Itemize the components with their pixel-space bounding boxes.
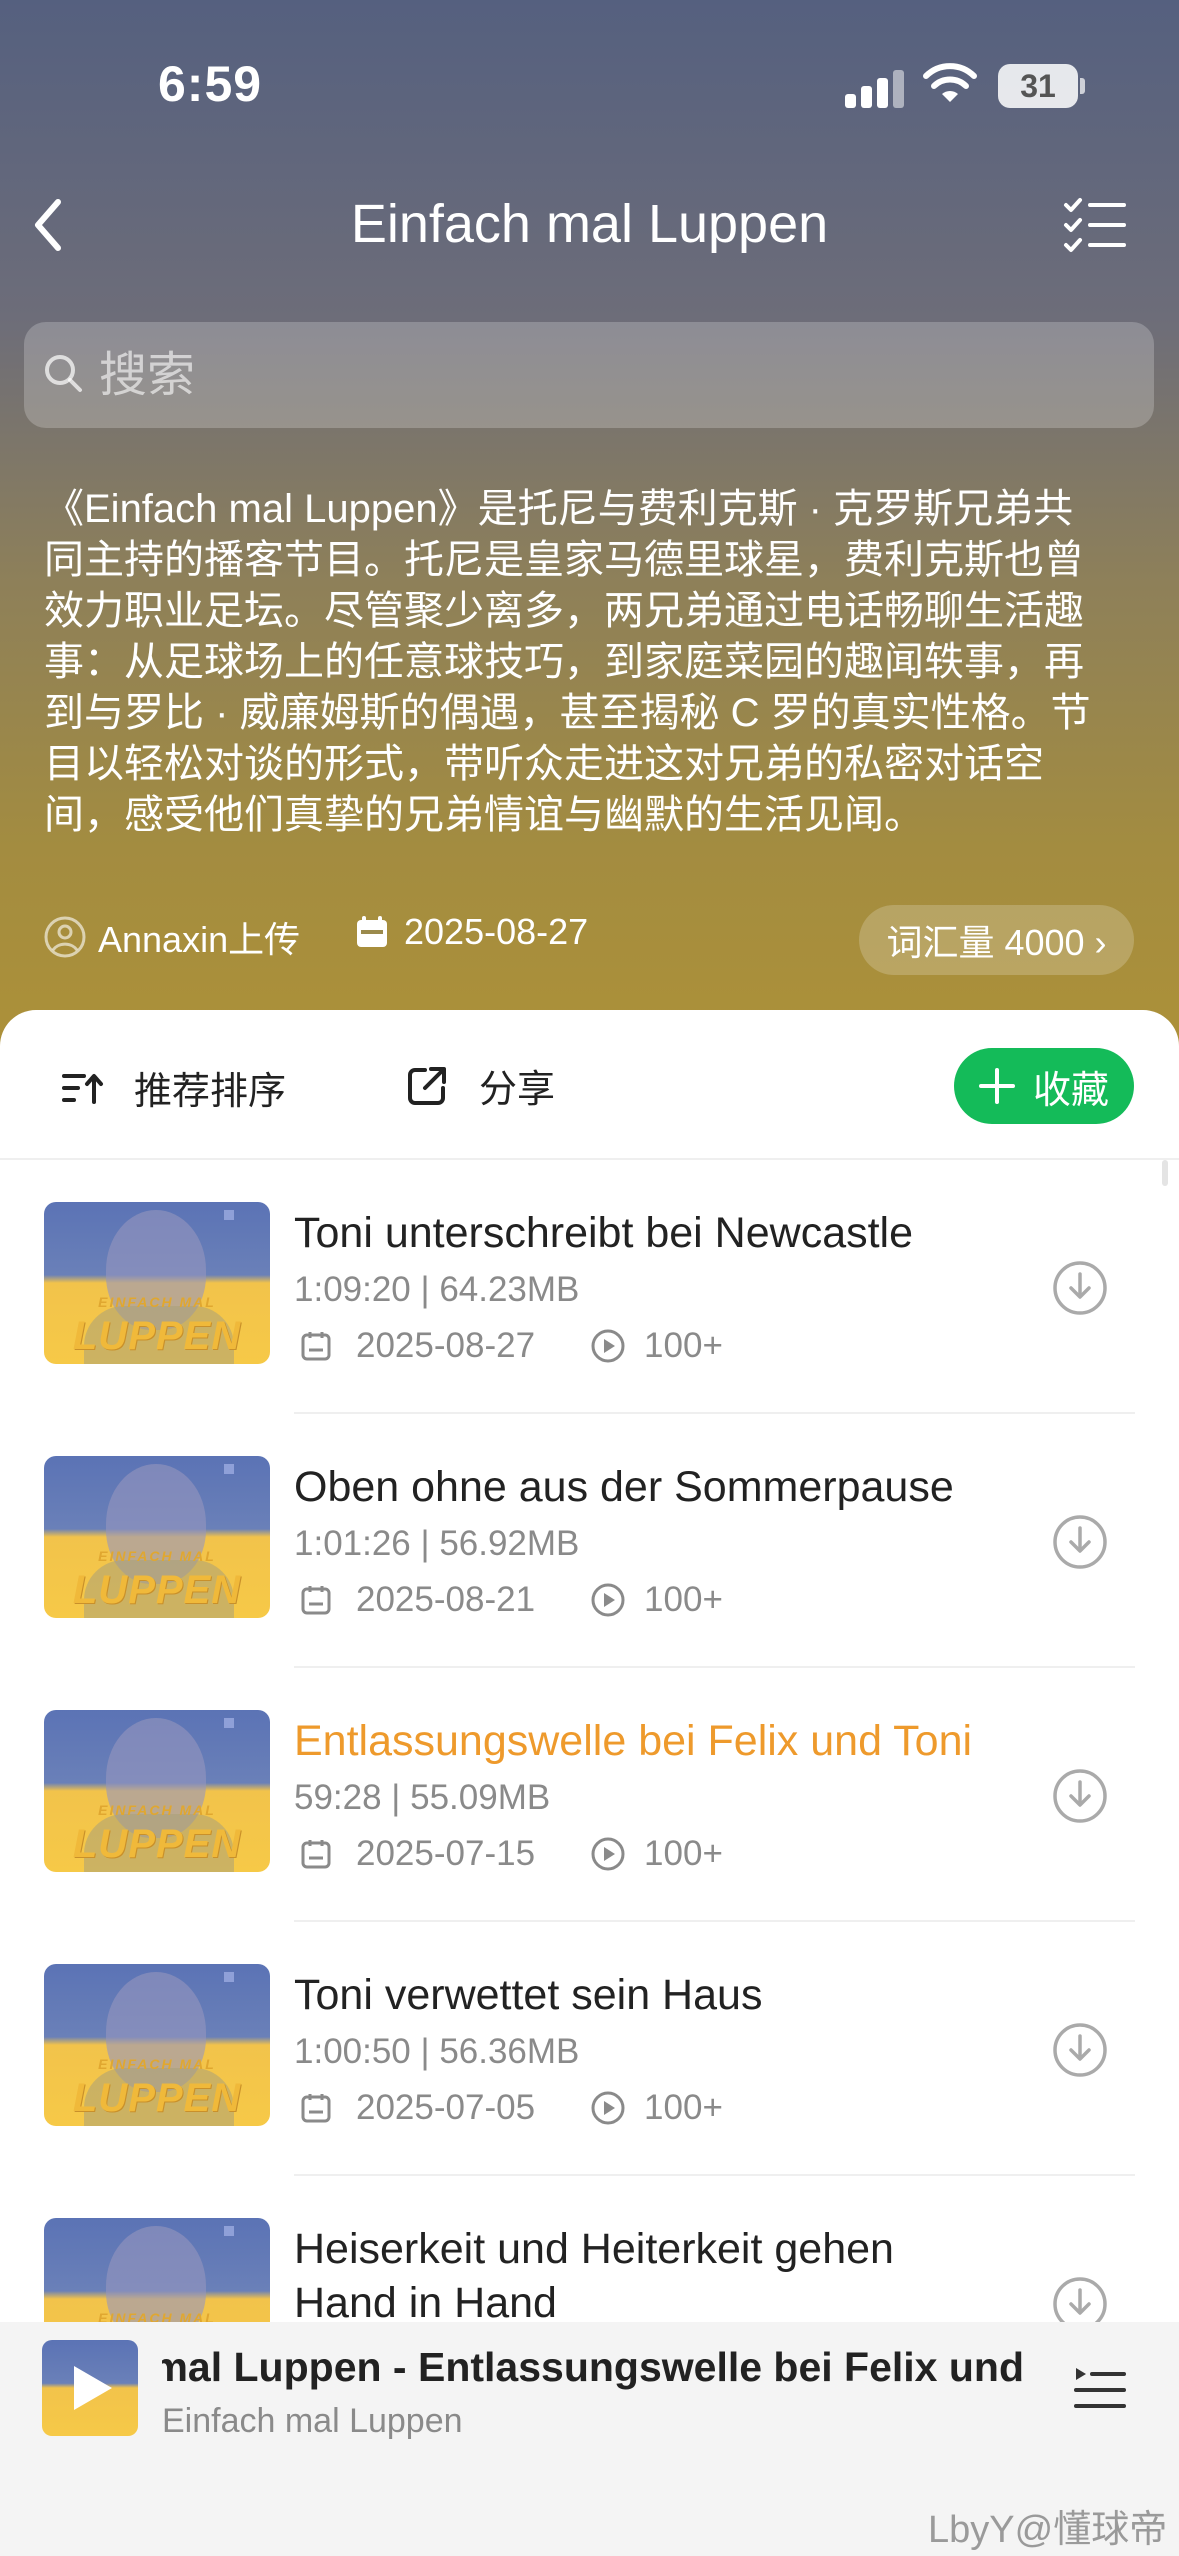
player-title: Einfach mal Luppen - Entlassungswelle be… [162,2344,1032,2390]
uploader: Annaxin上传 [44,911,300,963]
toolbar: 推荐排序 分享 收藏 [0,1010,1179,1160]
description-line: 事：从足球场上的任意球技巧，到家庭菜园的趣闻轶事，再 [44,640,1084,684]
description-line: 到与罗比 · 威廉姆斯的偶遇，甚至揭秘 C 罗的真实性格。节 [44,691,1091,735]
episode-duration-size: 1:00:50 | 56.36MB [294,2032,580,2071]
episode-cover: EINFACH MAL LUPPEN [44,1710,270,1872]
episode-plays: 100+ [644,1834,723,1873]
podcast-meta: Annaxin上传 2025-08-27 词汇量 4000 › [44,905,1134,975]
favorite-button[interactable]: 收藏 [954,1048,1134,1124]
download-icon[interactable] [1052,1260,1108,1316]
episode-cover: EINFACH MAL LUPPEN [44,1964,270,2126]
episode-item[interactable]: EINFACH MAL LUPPEN Toni unterschreibt be… [0,1160,1179,1414]
podcast-description: 《Einfach mal Luppen》是托尼与费利克斯 · 克罗斯兄弟共 同主… [44,484,1144,841]
description-line: 目以轻松对谈的形式，带听众走进这对兄弟的私密对话空 [44,742,1044,786]
episode-date: 2025-08-21 [356,1580,536,1619]
status-time: 6:59 [158,56,263,112]
episode-item[interactable]: EINFACH MAL LUPPEN Oben ohne aus der Som… [0,1414,1179,1668]
calendar-icon [301,1840,331,1869]
episode-cover: EINFACH MAL LUPPEN [44,1202,270,1364]
episode-item[interactable]: EINFACH MAL LUPPEN Entlassungswelle bei … [0,1668,1179,1922]
calendar-icon [301,1586,331,1615]
description-line: 《Einfach mal Luppen》是托尼与费利克斯 · 克罗斯兄弟共 [44,487,1074,531]
search-input[interactable] [99,322,1139,428]
episode-cover: EINFACH MAL LUPPEN [44,1456,270,1618]
play-count-icon [591,1837,625,1871]
uploader-label: Annaxin上传 [98,919,301,960]
play-icon[interactable] [74,2366,112,2410]
episode-stats: 2025-08-27 100+ [300,1326,723,1366]
sort-icon [62,1073,103,1104]
play-count-icon [591,2091,625,2125]
playlist-icon[interactable] [1072,2364,1128,2414]
episode-stats: 2025-07-15 100+ [300,1834,723,1874]
episode-title: Heiserkeit und Heiterkeit gehen Hand in … [294,2225,894,2327]
download-icon[interactable] [1052,1514,1108,1570]
calendar-icon [301,2094,331,2123]
episode-plays: 100+ [644,1326,723,1365]
episode-plays: 100+ [644,1580,723,1619]
episode-date: 2025-08-27 [356,1326,536,1365]
calendar-icon [301,1332,331,1361]
episode-stats: 2025-08-21 100+ [300,1580,723,1620]
upload-date: 2025-08-27 [354,911,588,953]
battery-tip [1080,78,1085,94]
episode-title: Toni verwettet sein Haus [294,1971,763,2019]
user-icon [44,916,86,958]
player-subtitle: Einfach mal Luppen [162,2402,463,2440]
player-cover[interactable] [42,2340,138,2436]
download-icon[interactable] [1052,2022,1108,2078]
episode-title: Toni unterschreibt bei Newcastle [294,1209,914,1257]
share-label: 分享 [479,1069,556,1111]
episode-date: 2025-07-15 [356,1834,536,1873]
episode-title: Entlassungswelle bei Felix und Toni [294,1717,973,1765]
wifi-icon [923,63,977,102]
description-line: 效力职业足坛。尽管聚少离多，两兄弟通过电话畅聊生活趣 [44,589,1084,633]
search-icon [45,355,82,392]
podcast-header: 6:59 31 Einfach mal Luppen 《Einfach mal … [0,0,1179,1060]
download-icon[interactable] [1052,1768,1108,1824]
episode-duration-size: 59:28 | 55.09MB [294,1778,551,1817]
sort-button[interactable]: 推荐排序 [60,1060,286,1115]
favorite-label: 收藏 [1032,1069,1109,1112]
battery-icon: 31 [998,64,1078,108]
page-title: Einfach mal Luppen [350,194,829,254]
plus-icon [978,1068,1015,1104]
episode-title: Oben ohne aus der Sommerpause [294,1463,954,1511]
play-count-icon [591,1329,625,1363]
episode-duration-size: 1:09:20 | 64.23MB [294,1270,580,1309]
episode-date: 2025-07-05 [356,2088,536,2127]
share-button[interactable]: 分享 [405,1058,555,1113]
episode-item[interactable]: EINFACH MAL LUPPEN Toni verwettet sein H… [0,1922,1179,2176]
signal-icon [845,68,905,108]
episode-duration-size: 1:01:26 | 56.92MB [294,1524,580,1563]
calendar-icon [357,916,387,947]
episode-stats: 2025-07-05 100+ [300,2088,723,2128]
description-line: 同主持的播客节目。托尼是皇家马德里球星，费利克斯也曾 [44,538,1084,582]
upload-date-label: 2025-08-27 [404,911,589,952]
search-bar[interactable] [24,322,1154,428]
play-count-icon [591,1583,625,1617]
share-icon [408,1066,446,1105]
checklist-icon[interactable] [1060,195,1130,255]
watermark: LbyY@懂球帝 [928,2509,1168,2551]
episode-plays: 100+ [644,2088,723,2127]
vocab-button[interactable]: 词汇量 4000 › [859,905,1134,975]
sort-label: 推荐排序 [134,1071,287,1113]
description-line: 间，感受他们真挚的兄弟情谊与幽默的生活见闻。 [44,793,924,837]
